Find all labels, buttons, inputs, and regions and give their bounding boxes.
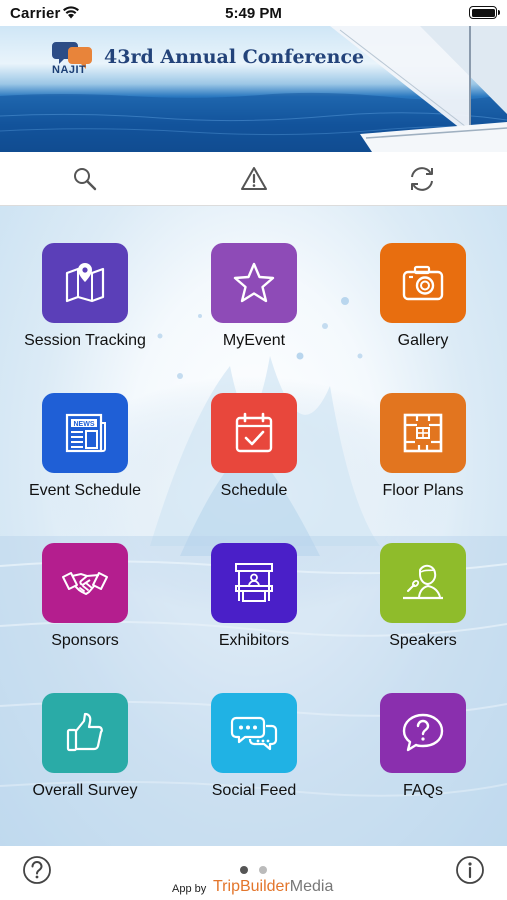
brand-trip: TripBuilder: [213, 878, 290, 895]
tile-exhibitors[interactable]: Exhibitors: [179, 543, 329, 653]
clock: 5:49 PM: [225, 5, 282, 22]
tile-schedule[interactable]: Schedule: [179, 393, 329, 503]
battery-icon: [469, 6, 500, 19]
conference-banner: NAJIT 43rd Annual Conference: [0, 26, 507, 152]
tile-label: Floor Plans: [382, 482, 464, 499]
tile-icon-box: [380, 243, 466, 323]
star-icon: [233, 262, 275, 303]
page-dot-active[interactable]: [240, 866, 248, 874]
map-pin-icon: [65, 263, 105, 303]
svg-text:NEWS: NEWS: [74, 421, 95, 428]
toolbar: [0, 152, 507, 206]
battery-level: [471, 8, 495, 17]
booth-icon: [235, 563, 273, 602]
floor-plan-icon: [403, 413, 443, 453]
tile-icon-box: [380, 543, 466, 623]
tripbuildermedia-logo: TripBuilderMedia: [213, 878, 333, 896]
camera-icon: [402, 265, 444, 301]
speaker-icon: [403, 564, 443, 600]
tile-label: Speakers: [389, 632, 457, 649]
calendar-check-icon: [235, 412, 273, 453]
home-grid: Session Tracking MyEvent Gallery NEWS Ev…: [0, 206, 507, 846]
tile-icon-box: [42, 693, 128, 773]
tile-label: Exhibitors: [218, 632, 290, 649]
tile-label: Session Tracking: [24, 332, 146, 349]
tile-icon-box: [380, 693, 466, 773]
tile-label: Sponsors: [51, 632, 119, 649]
thumbs-up-icon: [66, 712, 103, 752]
footer: App by TripBuilderMedia: [0, 846, 507, 900]
search-icon[interactable]: [70, 164, 100, 194]
logo-text: NAJIT: [52, 64, 87, 76]
refresh-icon[interactable]: [407, 164, 437, 194]
tile-speakers[interactable]: Speakers: [348, 543, 498, 653]
tile-label: Schedule: [220, 482, 288, 499]
tile-sponsors[interactable]: Sponsors: [10, 543, 160, 653]
status-bar: Carrier 5:49 PM: [0, 0, 507, 26]
brand-media: Media: [289, 878, 334, 895]
question-bubble-icon: [402, 713, 444, 752]
conference-title: 43rd Annual Conference: [104, 46, 365, 68]
info-icon[interactable]: [455, 855, 485, 885]
help-icon[interactable]: [22, 855, 52, 885]
tile-label: Event Schedule: [28, 482, 142, 499]
alert-icon[interactable]: [239, 164, 269, 194]
tile-icon-box: [380, 393, 466, 473]
tile-myevent[interactable]: MyEvent: [179, 243, 329, 353]
tile-icon-box: [211, 543, 297, 623]
tile-icon-box: [42, 543, 128, 623]
app-by-label: App by: [172, 883, 207, 895]
tile-gallery[interactable]: Gallery: [348, 243, 498, 353]
tile-social-feed[interactable]: Social Feed: [179, 693, 329, 803]
tile-label: Social Feed: [211, 782, 297, 799]
tile-icon-box: [211, 693, 297, 773]
chat-bubbles-icon: [230, 716, 278, 751]
tile-label: Gallery: [397, 332, 449, 349]
tile-icon-box: [211, 243, 297, 323]
tile-icon-box: [211, 393, 297, 473]
tile-faqs[interactable]: FAQs: [348, 693, 498, 803]
tile-label: FAQs: [402, 782, 443, 799]
tile-label: Overall Survey: [32, 782, 138, 799]
page-dot[interactable]: [259, 866, 267, 874]
tile-floor-plans[interactable]: Floor Plans: [348, 393, 498, 503]
tile-icon-box: NEWS: [42, 393, 128, 473]
tile-overall-survey[interactable]: Overall Survey: [10, 693, 160, 803]
tile-session-tracking[interactable]: Session Tracking: [10, 243, 160, 353]
handshake-icon: [62, 572, 108, 595]
tile-label: MyEvent: [222, 332, 286, 349]
tile-icon-box: [42, 243, 128, 323]
newspaper-icon: NEWS: [65, 413, 106, 453]
tile-event-schedule[interactable]: NEWS Event Schedule: [10, 393, 160, 503]
